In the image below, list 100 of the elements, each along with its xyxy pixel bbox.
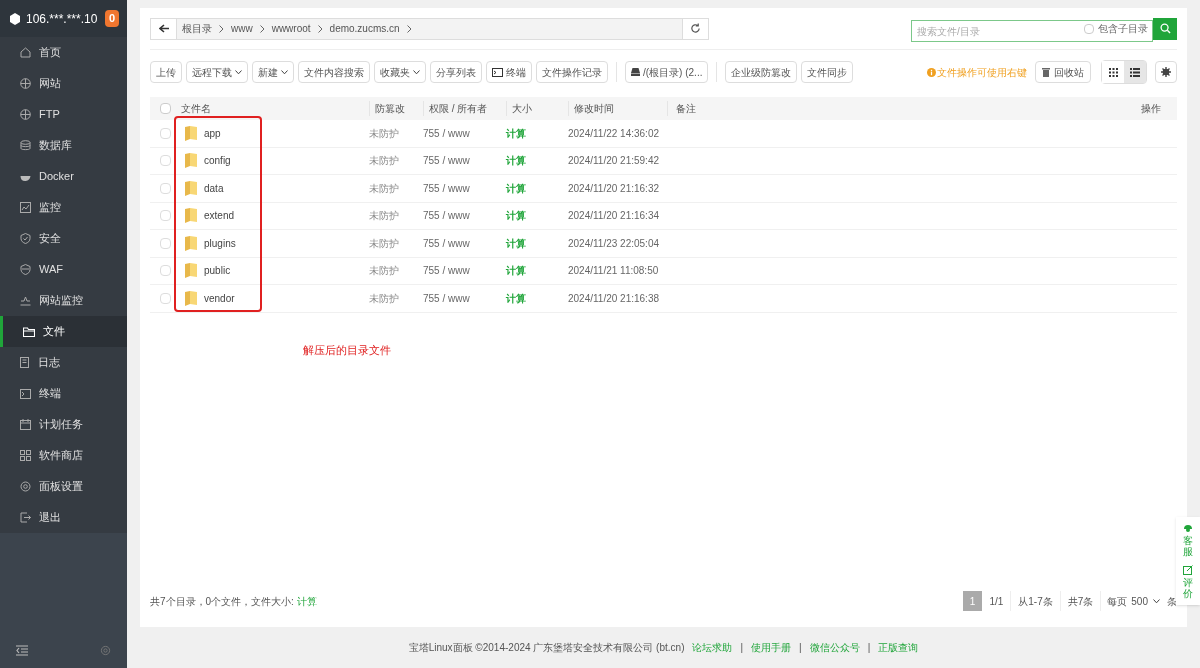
table-cell-text: 755 / www bbox=[423, 181, 471, 196]
separator: | bbox=[799, 641, 802, 655]
file-name[interactable]: config bbox=[204, 153, 231, 169]
file-name[interactable]: data bbox=[204, 180, 224, 196]
edit-icon bbox=[1183, 565, 1193, 575]
folder-icon bbox=[185, 180, 197, 196]
sidebar-item[interactable]: Docker bbox=[0, 161, 127, 192]
table-cell-text: 2024/11/22 14:36:02 bbox=[568, 126, 660, 141]
list-view-button[interactable] bbox=[1124, 61, 1146, 83]
sidebar-item[interactable]: 软件商店 bbox=[0, 440, 127, 471]
checkbox[interactable] bbox=[160, 155, 171, 167]
grid-icon bbox=[1108, 67, 1118, 77]
sidebar-item[interactable]: 日志 bbox=[0, 347, 127, 378]
pagination-info: 从1-7条 bbox=[1011, 591, 1061, 611]
settings-icon bbox=[1161, 67, 1171, 77]
annotation-text: 解压后的目录文件 bbox=[303, 343, 391, 358]
chevron-icon bbox=[317, 24, 323, 33]
table-cell-text: 755 / www bbox=[423, 291, 471, 306]
sidebar-item[interactable]: 退出 bbox=[0, 502, 127, 533]
page-size-select[interactable]: 500 bbox=[1131, 593, 1165, 609]
file-name[interactable]: public bbox=[204, 263, 231, 279]
toolbar-button[interactable]: 上传 bbox=[150, 61, 182, 83]
checkbox[interactable] bbox=[160, 103, 171, 114]
toolbar-button[interactable]: 远程下载 bbox=[186, 61, 248, 83]
toolbar-button[interactable]: 企业级防篡改 bbox=[725, 61, 798, 83]
file-name[interactable]: vendor bbox=[204, 290, 235, 306]
shield-icon bbox=[20, 233, 31, 244]
sidebar-item[interactable]: 数据库 bbox=[0, 130, 127, 161]
table-cell-text: 2024/11/20 21:59:42 bbox=[568, 154, 660, 169]
toolbar-button[interactable]: 新建 bbox=[252, 61, 294, 83]
logout-icon bbox=[20, 512, 31, 523]
table-cell-text: 2024/11/21 11:08:50 bbox=[568, 264, 660, 279]
home-icon bbox=[20, 47, 31, 58]
terminal-icon bbox=[20, 388, 31, 399]
checkbox[interactable] bbox=[160, 265, 171, 277]
table-cell-text: 未防护 bbox=[369, 291, 400, 306]
sidebar-item[interactable]: FTP bbox=[0, 99, 127, 130]
settings-button[interactable] bbox=[1155, 61, 1177, 83]
sidebar-item[interactable]: 面板设置 bbox=[0, 471, 127, 502]
search-icon bbox=[1159, 23, 1171, 34]
chevron-icon bbox=[406, 24, 412, 33]
toolbar-button[interactable]: /(根目录) (2... bbox=[625, 61, 709, 83]
column-header[interactable]: 备注 bbox=[667, 101, 870, 116]
path-bar[interactable]: 根目录 www wwwroot demo.zucms.cn bbox=[177, 18, 682, 39]
grid-icon bbox=[20, 450, 31, 461]
folder-icon bbox=[185, 235, 197, 251]
checkbox[interactable] bbox=[160, 210, 171, 222]
column-header[interactable]: 权限 / 所有者 bbox=[423, 101, 506, 116]
pagination-info: 共7条 bbox=[1060, 591, 1102, 611]
chart-icon bbox=[20, 202, 31, 213]
toolbar-button[interactable]: 文件内容搜索 bbox=[298, 61, 370, 83]
caret-icon bbox=[1153, 598, 1160, 604]
sidebar-item[interactable]: WAF bbox=[0, 254, 127, 285]
column-header[interactable]: 修改时间 bbox=[568, 101, 668, 116]
table-cell-text: 755 / www bbox=[423, 126, 471, 141]
toolbar-button[interactable]: 分享列表 bbox=[430, 61, 482, 83]
globe-icon bbox=[20, 78, 31, 89]
refresh-icon bbox=[690, 23, 701, 34]
checkbox[interactable] bbox=[1084, 23, 1094, 34]
recycle-bin-button[interactable]: 回收站 bbox=[1035, 61, 1091, 83]
file-name[interactable]: plugins bbox=[204, 235, 236, 251]
summary-text: 共7个目录，0个文件，文件大小: bbox=[150, 594, 294, 609]
file-name[interactable]: extend bbox=[204, 208, 235, 224]
unit-label: 条 bbox=[1166, 594, 1177, 609]
copyright-text: 宝塔Linux面板 ©2014-2024 广东堡塔安全技术有限公司 (bt.cn) bbox=[408, 641, 685, 655]
shield-icon bbox=[20, 264, 31, 275]
separator: | bbox=[867, 641, 871, 655]
search-button[interactable] bbox=[1153, 17, 1177, 40]
checkbox[interactable] bbox=[160, 127, 171, 139]
column-header[interactable]: 操作 bbox=[870, 101, 1177, 116]
table-cell-text: 2024/11/20 21:16:38 bbox=[568, 291, 660, 306]
column-header[interactable]: 文件名 bbox=[171, 101, 369, 116]
sidebar-item[interactable]: 网站 bbox=[0, 68, 127, 99]
collapse-menu-icon[interactable] bbox=[16, 644, 28, 656]
path-segment[interactable]: www bbox=[231, 21, 253, 36]
settings-icon[interactable] bbox=[100, 644, 111, 656]
sidebar-item[interactable]: 网站监控 bbox=[0, 285, 127, 316]
table-cell-text: 755 / www bbox=[423, 264, 471, 279]
sidebar-item[interactable]: 安全 bbox=[0, 223, 127, 254]
table-cell-text: 未防护 bbox=[369, 154, 400, 169]
file-name[interactable]: app bbox=[204, 125, 221, 141]
column-header[interactable]: 大小 bbox=[506, 101, 568, 116]
checkbox[interactable] bbox=[160, 292, 171, 304]
path-segment[interactable]: demo.zucms.cn bbox=[329, 21, 400, 36]
toolbar-button[interactable]: 终端 bbox=[486, 61, 532, 83]
sidebar-item[interactable]: 终端 bbox=[0, 378, 127, 409]
sidebar-item[interactable]: 计划任务 bbox=[0, 409, 127, 440]
toolbar-button[interactable]: 收藏夹 bbox=[374, 61, 426, 83]
table-cell-text: 2024/11/20 21:16:34 bbox=[568, 209, 660, 224]
path-segment[interactable]: wwwroot bbox=[271, 21, 311, 36]
sidebar-item[interactable]: 文件 bbox=[0, 316, 127, 347]
checkbox[interactable] bbox=[160, 237, 171, 249]
column-header[interactable]: 防篡改 bbox=[369, 101, 423, 116]
toolbar-button[interactable]: 文件同步 bbox=[801, 61, 854, 83]
sidebar-item[interactable]: 首页 bbox=[0, 37, 127, 68]
checkbox[interactable] bbox=[160, 182, 171, 194]
path-segment[interactable]: 根目录 bbox=[182, 21, 212, 36]
toolbar-button[interactable]: 文件操作记录 bbox=[536, 61, 608, 83]
folder-icon bbox=[23, 326, 35, 337]
sidebar-item[interactable]: 监控 bbox=[0, 192, 127, 223]
